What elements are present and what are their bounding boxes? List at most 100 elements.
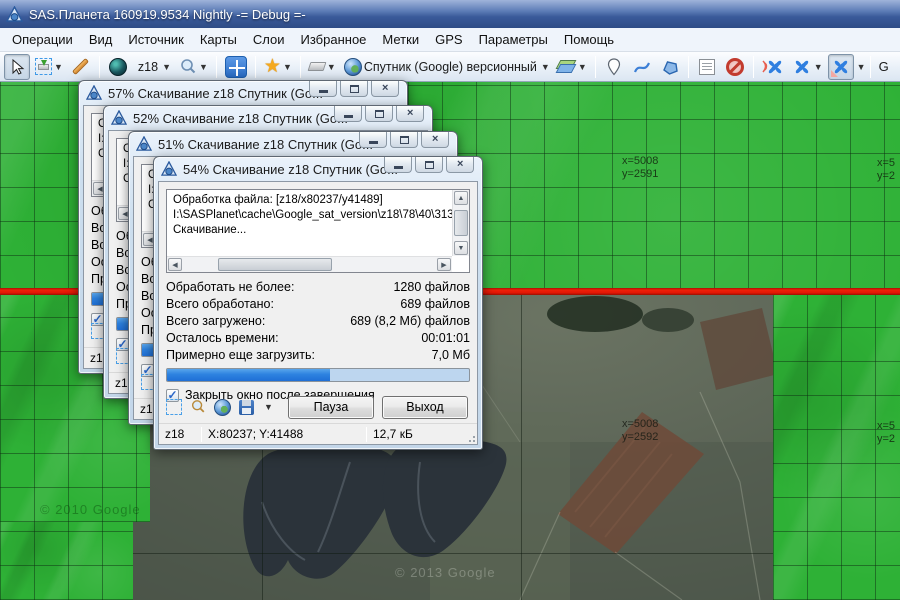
chevron-down-icon: ▼ xyxy=(541,62,550,72)
cached-tiles-overlay xyxy=(773,295,900,600)
stat-label: Примерно еще загрузить: xyxy=(166,348,315,362)
dialog-titlebar[interactable]: 52% Скачивание z18 Спутник (Go... × xyxy=(104,106,432,130)
menu-settings[interactable]: Параметры xyxy=(471,29,556,50)
favorites-button[interactable]: ★▼ xyxy=(261,54,295,80)
placemark-manager-button[interactable] xyxy=(694,54,720,80)
tile-grid-line xyxy=(521,295,522,600)
window-title: SAS.Планета 160919.9534 Nightly -= Debug… xyxy=(29,7,306,22)
dialog-statusbar: z18 X:80237; Y:41488 12,7 кБ xyxy=(159,423,477,444)
minimize-button[interactable] xyxy=(384,157,412,173)
sasplanet-logo-icon xyxy=(136,136,152,152)
cursor-icon xyxy=(8,58,26,76)
menu-operations[interactable]: Операции xyxy=(4,29,81,50)
scroll-left-icon[interactable]: ◀ xyxy=(168,258,182,271)
minimize-button[interactable] xyxy=(359,132,387,148)
menu-gps[interactable]: GPS xyxy=(427,29,470,50)
maximize-button[interactable] xyxy=(415,157,443,173)
magnifier-icon[interactable] xyxy=(190,399,206,415)
zoom-globe-button[interactable] xyxy=(105,54,131,80)
scroll-right-icon[interactable]: ▶ xyxy=(437,258,451,271)
scrollbar-thumb[interactable] xyxy=(454,210,468,236)
tile-coordinate-label: x=5y=2 xyxy=(877,157,895,183)
dialog-title: 51% Скачивание z18 Спутник (Go... xyxy=(158,137,373,152)
stat-value: 7,0 Мб xyxy=(432,348,470,362)
scroll-down-icon[interactable]: ▼ xyxy=(454,241,468,255)
gps-marker-button[interactable] xyxy=(828,54,854,80)
map-source-dropdown[interactable]: Спутник (Google) версионный ▼ xyxy=(341,54,553,80)
vertical-scrollbar[interactable]: ▲ ▼ xyxy=(452,190,469,256)
stat-label: Осталось времени: xyxy=(166,331,279,345)
menu-source[interactable]: Источник xyxy=(120,29,192,50)
dialog-titlebar[interactable]: 54% Скачивание z18 Спутник (Go... × xyxy=(154,157,482,181)
close-button[interactable]: × xyxy=(421,132,449,148)
add-placemark-button[interactable] xyxy=(601,54,627,80)
gps-track-button[interactable]: ▼ xyxy=(789,54,826,80)
star-icon: ★ xyxy=(264,57,281,76)
tile-coordinate-label: x=5008y=2592 xyxy=(622,418,658,444)
menu-favorites[interactable]: Избранное xyxy=(293,29,375,50)
dialog-titlebar[interactable]: 57% Скачивание z18 Спутник (Go... × xyxy=(79,81,407,105)
chevron-down-icon: ▼ xyxy=(857,62,866,72)
stat-label: Обработать не более: xyxy=(166,280,294,294)
scrollbar-thumb[interactable] xyxy=(218,258,332,271)
close-button[interactable]: × xyxy=(396,106,424,122)
dialog-titlebar[interactable]: 51% Скачивание z18 Спутник (Go... × xyxy=(129,132,457,156)
magnifier-button[interactable]: ▼ xyxy=(176,54,211,80)
menu-layers[interactable]: Слои xyxy=(245,29,293,50)
minimize-button[interactable] xyxy=(334,106,362,122)
eraser-icon xyxy=(307,62,326,71)
chevron-down-icon: ▼ xyxy=(814,62,823,72)
ruler-tool-button[interactable] xyxy=(68,54,94,80)
gps-connect-button[interactable] xyxy=(759,54,787,80)
log-text: Обработка файла: [z18/x80237/y41489] I:\… xyxy=(167,190,452,256)
menu-maps[interactable]: Карты xyxy=(192,29,245,50)
pause-button[interactable]: Пауза xyxy=(288,396,374,419)
selection-rect-icon[interactable] xyxy=(166,399,182,415)
chevron-down-icon[interactable]: ▼ xyxy=(264,402,273,412)
download-stats: Обработать не более:1280 файлов Всего об… xyxy=(166,280,470,365)
sasplanet-logo-icon xyxy=(6,6,23,23)
maximize-button[interactable] xyxy=(365,106,393,122)
minimize-button[interactable] xyxy=(309,81,337,97)
chevron-down-icon: ▼ xyxy=(162,62,171,72)
window-titlebar[interactable]: SAS.Планета 160919.9534 Nightly -= Debug… xyxy=(0,0,900,28)
layers-dropdown[interactable]: ▼ xyxy=(555,54,590,80)
select-region-button[interactable]: ▼ xyxy=(32,54,66,80)
maximize-button[interactable] xyxy=(390,132,418,148)
close-button[interactable]: × xyxy=(371,81,399,97)
globe-icon[interactable] xyxy=(214,399,231,416)
add-path-button[interactable] xyxy=(629,54,655,80)
cursor-tool-button[interactable] xyxy=(4,54,30,80)
exit-button[interactable]: Выход xyxy=(382,396,468,419)
status-size: 12,7 кБ xyxy=(367,427,419,441)
dialog-toolbar: ▼ Пауза Выход xyxy=(166,394,470,420)
download-log[interactable]: Обработка файла: [z18/x80237/y41489] I:\… xyxy=(166,189,470,273)
layers-icon xyxy=(558,60,576,74)
dialog-title: 57% Скачивание z18 Спутник (Go... xyxy=(108,86,323,101)
maximize-button[interactable] xyxy=(340,81,368,97)
menu-help[interactable]: Помощь xyxy=(556,29,622,50)
add-polygon-button[interactable] xyxy=(657,54,683,80)
horizontal-scrollbar[interactable]: ◀ ▶ xyxy=(167,256,452,272)
save-icon[interactable] xyxy=(239,400,254,415)
cached-tiles-overlay xyxy=(0,522,133,600)
close-button[interactable]: × xyxy=(446,157,474,173)
zoom-level-label: z18 xyxy=(138,60,158,74)
status-coordinates: X:80237; Y:41488 xyxy=(202,427,366,441)
magnifier-icon xyxy=(179,58,197,76)
google-watermark: © 2013 Google xyxy=(395,565,496,580)
chevron-down-icon: ▼ xyxy=(578,62,587,72)
cache-delete-button[interactable]: ▼ xyxy=(306,54,339,80)
zoom-level-dropdown[interactable]: z18 ▼ xyxy=(133,54,174,80)
scroll-up-icon[interactable]: ▲ xyxy=(454,191,468,205)
sasplanet-logo-icon xyxy=(111,110,127,126)
pan-move-button[interactable] xyxy=(222,54,250,80)
menu-placemarks[interactable]: Метки xyxy=(374,29,427,50)
menu-view[interactable]: Вид xyxy=(81,29,121,50)
main-toolbar: ▼ z18 ▼ ▼ ★▼ ▼ Спутник (Google) версионн… xyxy=(0,52,900,82)
hide-marks-button[interactable] xyxy=(722,54,748,80)
no-entry-icon xyxy=(726,58,744,76)
chevron-down-icon: ▼ xyxy=(327,62,336,72)
resize-grip[interactable] xyxy=(473,440,475,442)
stat-value: 1280 файлов xyxy=(393,280,470,294)
